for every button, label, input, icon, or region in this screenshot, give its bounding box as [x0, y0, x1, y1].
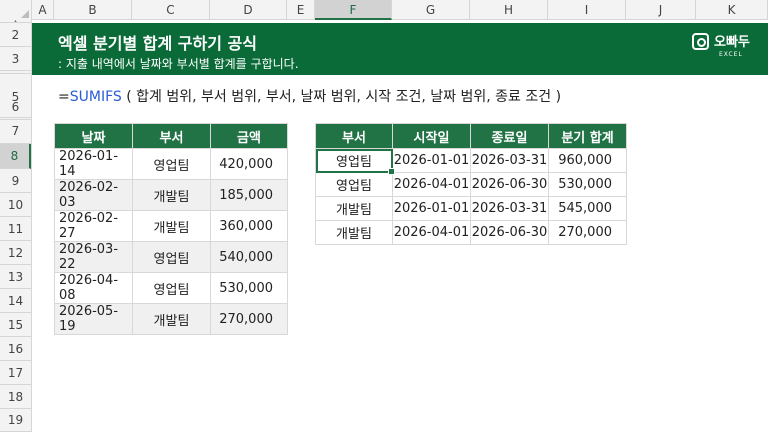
brand-name: 오빠두: [714, 35, 750, 50]
cell-dept[interactable]: 개발팀: [132, 303, 211, 335]
cell-end-date[interactable]: 2026-06-30: [470, 172, 549, 197]
cell-dept[interactable]: 개발팀: [315, 220, 393, 245]
cell-dept[interactable]: 영업팀: [132, 241, 211, 273]
cell-date[interactable]: 2026-04-08: [54, 272, 133, 304]
cell-quarter-total[interactable]: 270,000: [548, 220, 627, 245]
cell-dept[interactable]: 영업팀: [132, 272, 211, 304]
cell-amount[interactable]: 530,000: [210, 272, 288, 304]
cell-start-date[interactable]: 2026-01-01: [392, 196, 471, 221]
brand-logo: 오빠두 EXCEL: [692, 30, 752, 64]
column-header-d[interactable]: D: [210, 0, 287, 20]
page-title: 엑셀 분기별 합계 구하기 공식: [58, 34, 257, 53]
expense-table: 날짜 부서 금액 2026-01-14 영업팀 420,000 2026-02-…: [54, 123, 288, 335]
cell-date[interactable]: 2026-05-19: [54, 303, 133, 335]
title-banner: 엑셀 분기별 합계 구하기 공식 : 지출 내역에서 날짜와 부서별 합계를 구…: [32, 23, 768, 75]
row-header-11[interactable]: 11: [0, 217, 31, 241]
cell-date[interactable]: 2026-03-22: [54, 241, 133, 273]
formula-function: SUMIFS: [69, 89, 122, 105]
row-header-12[interactable]: 12: [0, 241, 31, 265]
cell-amount[interactable]: 360,000: [210, 210, 288, 242]
row-header-7[interactable]: 7: [0, 118, 31, 144]
column-header-bar: A B C D E F G H I J K: [0, 0, 768, 20]
brand-subtitle: EXCEL: [719, 51, 743, 58]
cell-quarter-total[interactable]: 960,000: [548, 148, 627, 173]
row-header-16[interactable]: 16: [0, 337, 31, 361]
header-date[interactable]: 날짜: [54, 123, 133, 149]
cell-end-date[interactable]: 2026-03-31: [470, 196, 549, 221]
select-all-corner[interactable]: [0, 0, 32, 20]
cell-dept[interactable]: 영업팀: [315, 172, 393, 197]
cell-date[interactable]: 2026-02-27: [54, 210, 133, 242]
header-dept[interactable]: 부서: [132, 123, 211, 149]
table-row: 2026-02-03 개발팀 185,000: [54, 179, 288, 211]
formula-syntax: =SUMIFS ( 합계 범위, 부서 범위, 부서, 날짜 범위, 시작 조건…: [58, 86, 561, 106]
column-header-c[interactable]: C: [132, 0, 210, 20]
table-row: 2026-03-22 영업팀 540,000: [54, 241, 288, 273]
header-dept[interactable]: 부서: [315, 123, 393, 149]
cell-dept[interactable]: 개발팀: [315, 196, 393, 221]
table-row: 영업팀 2026-04-01 2026-06-30 530,000: [315, 172, 627, 197]
row-header-15[interactable]: 15: [0, 313, 31, 337]
brand-icon: [692, 33, 709, 50]
header-amount[interactable]: 금액: [210, 123, 288, 149]
cell-start-date[interactable]: 2026-01-01: [392, 148, 471, 173]
formula-args: ( 합계 범위, 부서 범위, 부서, 날짜 범위, 시작 조건, 날짜 범위,…: [121, 89, 562, 105]
table-row: 2026-01-14 영업팀 420,000: [54, 148, 288, 180]
cell-dept[interactable]: 영업팀: [132, 148, 211, 180]
column-header-h[interactable]: H: [470, 0, 548, 20]
cell-start-date[interactable]: 2026-04-01: [392, 220, 471, 245]
cell-dept[interactable]: 개발팀: [132, 179, 211, 211]
cell-end-date[interactable]: 2026-03-31: [470, 148, 549, 173]
row-header-13[interactable]: 13: [0, 265, 31, 289]
column-header-f[interactable]: F: [315, 0, 392, 20]
table-row: 2026-05-19 개발팀 270,000: [54, 303, 288, 335]
cell-amount[interactable]: 270,000: [210, 303, 288, 335]
row-header-2[interactable]: 2: [0, 23, 31, 47]
quarterly-total-table: 부서 시작일 종료일 분기 합계 영업팀 2026-01-01 2026-03-…: [315, 123, 627, 245]
table-header-row: 날짜 부서 금액: [54, 123, 288, 149]
row-header-3[interactable]: 3: [0, 47, 31, 71]
row-header-bar: 1 2 3 5 6 7 8 9 10 11 12 13 14 15 16 17 …: [0, 20, 32, 432]
row-header-6[interactable]: 6: [0, 96, 31, 118]
row-header-8[interactable]: 8: [0, 144, 31, 169]
column-header-j[interactable]: J: [626, 0, 696, 20]
table-row: 2026-02-27 개발팀 360,000: [54, 210, 288, 242]
header-quarter-total[interactable]: 분기 합계: [548, 123, 627, 149]
cell-start-date[interactable]: 2026-04-01: [392, 172, 471, 197]
cell-quarter-total[interactable]: 530,000: [548, 172, 627, 197]
row-header-14[interactable]: 14: [0, 289, 31, 313]
cell-dept[interactable]: 개발팀: [132, 210, 211, 242]
column-header-i[interactable]: I: [548, 0, 626, 20]
row-header-18[interactable]: 18: [0, 385, 31, 409]
column-header-k[interactable]: K: [696, 0, 768, 20]
cell-date[interactable]: 2026-01-14: [54, 148, 133, 180]
page-subtitle: : 지출 내역에서 날짜와 부서별 합계를 구합니다.: [58, 57, 299, 71]
column-header-g[interactable]: G: [392, 0, 470, 20]
active-cell-dept[interactable]: 영업팀: [315, 148, 396, 176]
row-header-17[interactable]: 17: [0, 361, 31, 385]
row-header-9[interactable]: 9: [0, 169, 31, 193]
header-start-date[interactable]: 시작일: [392, 123, 471, 149]
formula-equals: =: [58, 89, 70, 105]
table-row: 영업팀 2026-01-01 2026-03-31 960,000: [315, 148, 627, 176]
cell-amount[interactable]: 540,000: [210, 241, 288, 273]
column-header-b[interactable]: B: [54, 0, 132, 20]
column-header-e[interactable]: E: [287, 0, 315, 20]
table-row: 개발팀 2026-01-01 2026-03-31 545,000: [315, 196, 627, 221]
table-row: 개발팀 2026-04-01 2026-06-30 270,000: [315, 220, 627, 245]
column-header-a[interactable]: A: [32, 0, 54, 20]
cell-end-date[interactable]: 2026-06-30: [470, 220, 549, 245]
cell-date[interactable]: 2026-02-03: [54, 179, 133, 211]
cell-quarter-total[interactable]: 545,000: [548, 196, 627, 221]
row-header-10[interactable]: 10: [0, 193, 31, 217]
cell-amount[interactable]: 185,000: [210, 179, 288, 211]
table-header-row: 부서 시작일 종료일 분기 합계: [315, 123, 627, 149]
row-header-19[interactable]: 19: [0, 409, 31, 432]
table-row: 2026-04-08 영업팀 530,000: [54, 272, 288, 304]
cell-amount[interactable]: 420,000: [210, 148, 288, 180]
header-end-date[interactable]: 종료일: [470, 123, 549, 149]
